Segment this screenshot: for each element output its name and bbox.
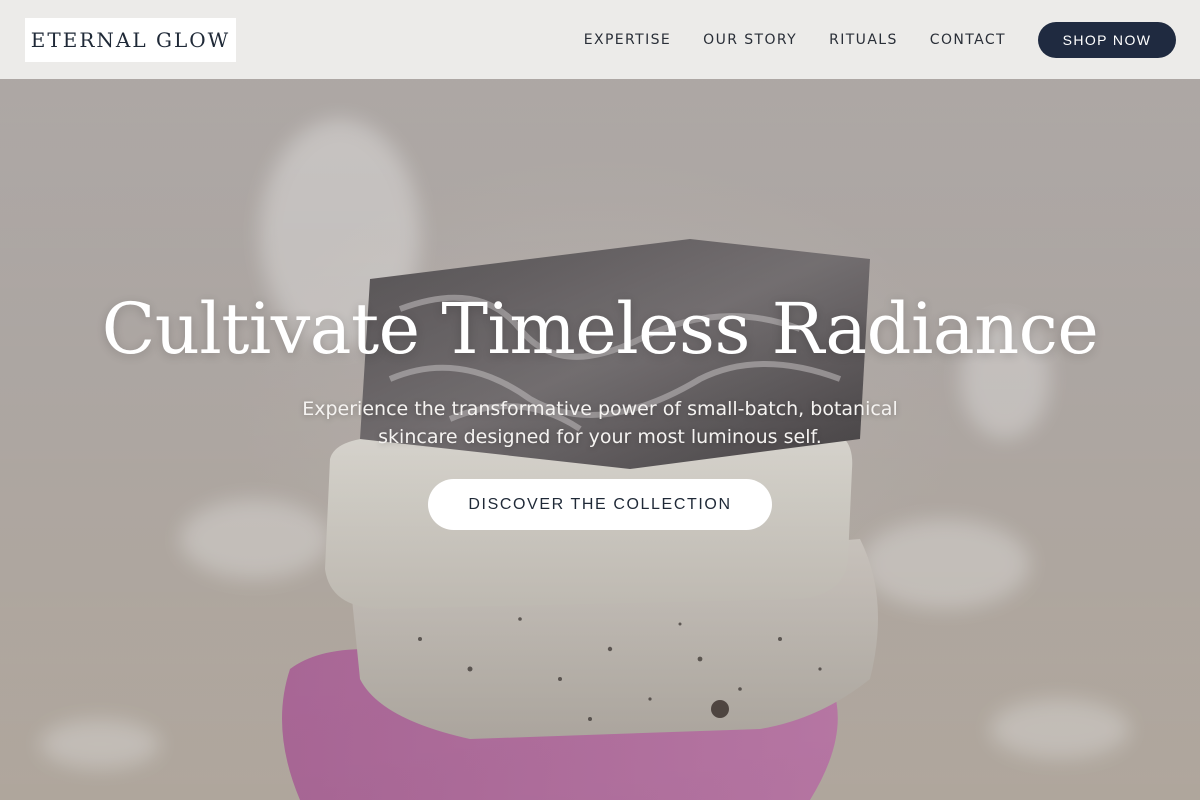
primary-nav: EXPERTISE OUR STORY RITUALS CONTACT SHOP… xyxy=(584,21,1176,58)
hero-subtitle: Experience the transformative power of s… xyxy=(302,398,898,448)
hero-content: Cultivate Timeless Radiance Experience t… xyxy=(0,289,1200,530)
nav-link-our-story[interactable]: OUR STORY xyxy=(703,32,797,48)
brand-logo[interactable]: ETERNAL GLOW xyxy=(25,17,236,62)
top-navbar: ETERNAL GLOW EXPERTISE OUR STORY RITUALS… xyxy=(0,0,1200,79)
hero-section: Cultivate Timeless Radiance Experience t… xyxy=(0,79,1200,800)
hero-title: Cultivate Timeless Radiance xyxy=(101,288,1099,370)
shop-now-button[interactable]: SHOP NOW xyxy=(1038,21,1176,58)
nav-link-expertise[interactable]: EXPERTISE xyxy=(584,32,671,48)
nav-link-contact[interactable]: CONTACT xyxy=(930,32,1006,48)
discover-collection-button[interactable]: DISCOVER THE COLLECTION xyxy=(428,479,772,530)
nav-link-rituals[interactable]: RITUALS xyxy=(829,32,898,48)
